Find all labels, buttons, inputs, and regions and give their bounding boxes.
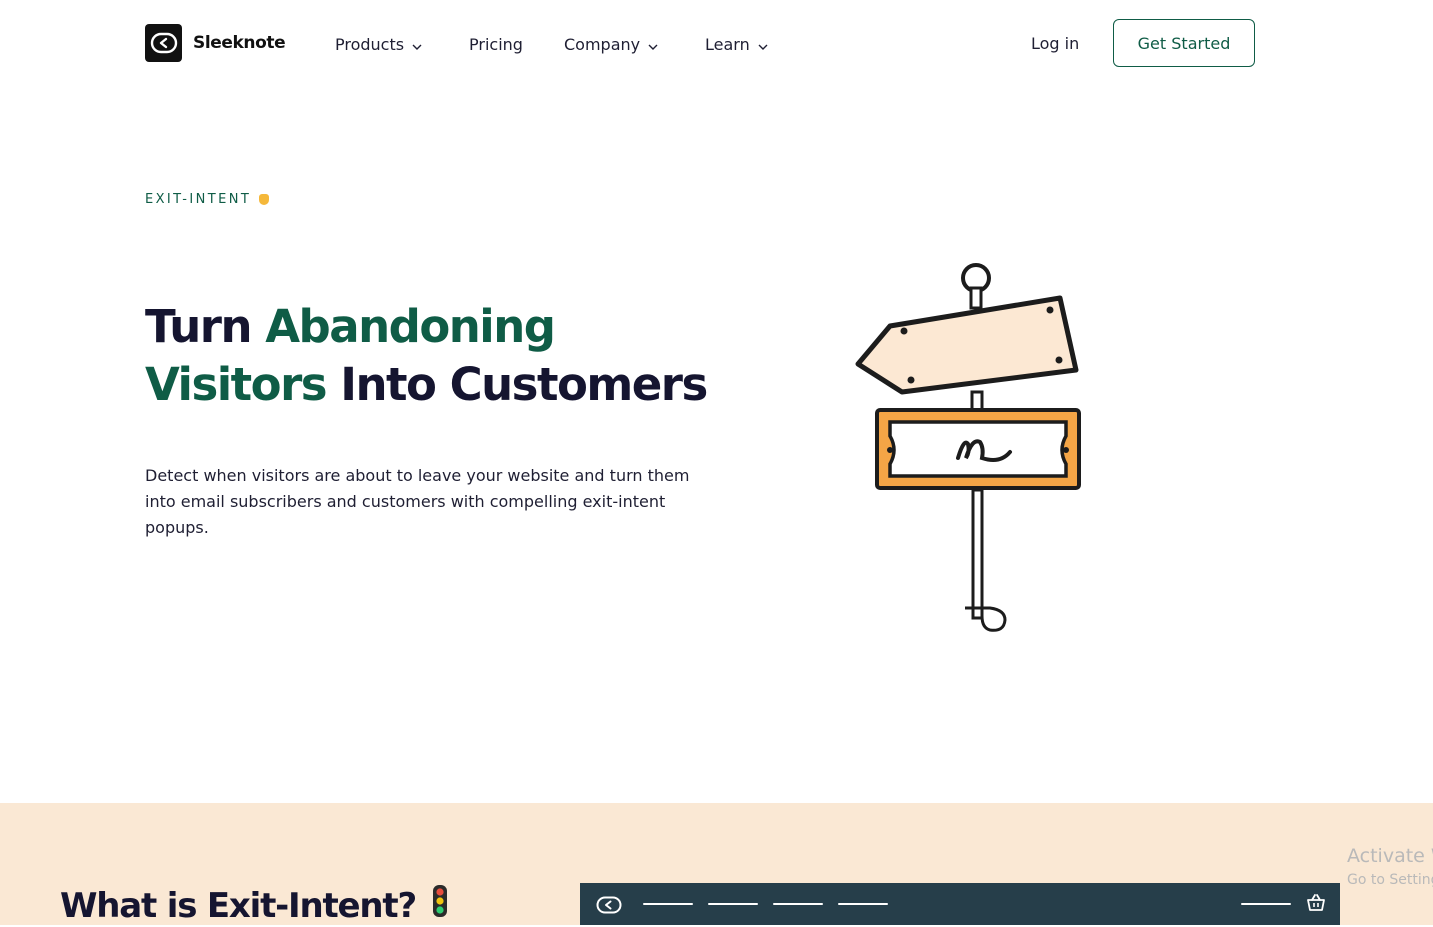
activate-windows-subtext: Go to Setting bbox=[1347, 872, 1433, 888]
nav-products[interactable]: Products bbox=[335, 35, 422, 54]
nav-placeholder-line bbox=[1241, 903, 1291, 905]
nav-placeholder-line bbox=[643, 903, 693, 905]
nav-pricing-label: Pricing bbox=[469, 35, 523, 54]
hero-eyebrow: EXIT-INTENT bbox=[145, 192, 270, 207]
chevron-down-icon bbox=[758, 35, 768, 54]
top-nav: Sleeknote Products Pricing Company Learn… bbox=[0, 0, 1433, 90]
login-link[interactable]: Log in bbox=[1031, 34, 1079, 53]
chevron-down-icon bbox=[412, 35, 422, 54]
section-title-text: What is Exit-Intent? bbox=[60, 885, 417, 926]
nav-placeholder-line bbox=[773, 903, 823, 905]
basket-icon bbox=[1306, 894, 1326, 916]
brand-logo[interactable]: Sleeknote bbox=[145, 24, 286, 62]
chevron-down-icon bbox=[648, 35, 658, 54]
hero-title-part-1: Turn bbox=[145, 300, 266, 353]
logo-icon bbox=[596, 896, 622, 918]
hero-description: Detect when visitors are about to leave … bbox=[145, 466, 690, 537]
hero-title-accent-2: Visitors bbox=[145, 358, 328, 411]
activate-windows-watermark: Activate W bbox=[1347, 845, 1433, 867]
brand-name: Sleeknote bbox=[193, 33, 286, 53]
hero-title-part-2: Into Customers bbox=[326, 358, 708, 411]
raised-hand-icon bbox=[259, 194, 270, 205]
nav-pricing[interactable]: Pricing bbox=[469, 35, 523, 54]
browser-mockup-bar bbox=[580, 883, 1340, 925]
hero-title: Turn Abandoning Visitors Into Customers bbox=[145, 298, 745, 414]
nav-company[interactable]: Company bbox=[564, 35, 658, 54]
hero-title-accent-1: Abandoning bbox=[265, 300, 556, 353]
eyebrow-label: EXIT-INTENT bbox=[145, 192, 252, 207]
signpost-illustration bbox=[850, 258, 1090, 642]
nav-learn[interactable]: Learn bbox=[705, 35, 768, 54]
nav-placeholder-line bbox=[838, 903, 888, 905]
nav-placeholder-line bbox=[708, 903, 758, 905]
what-is-exit-intent-section: What is Exit-Intent? bbox=[0, 803, 1433, 927]
nav-learn-label: Learn bbox=[705, 35, 750, 54]
nav-company-label: Company bbox=[564, 35, 641, 54]
section-title: What is Exit-Intent? bbox=[60, 884, 448, 927]
logo-icon bbox=[145, 24, 182, 62]
get-started-button[interactable]: Get Started bbox=[1113, 19, 1255, 67]
traffic-light-icon bbox=[432, 884, 448, 927]
nav-products-label: Products bbox=[335, 35, 405, 54]
